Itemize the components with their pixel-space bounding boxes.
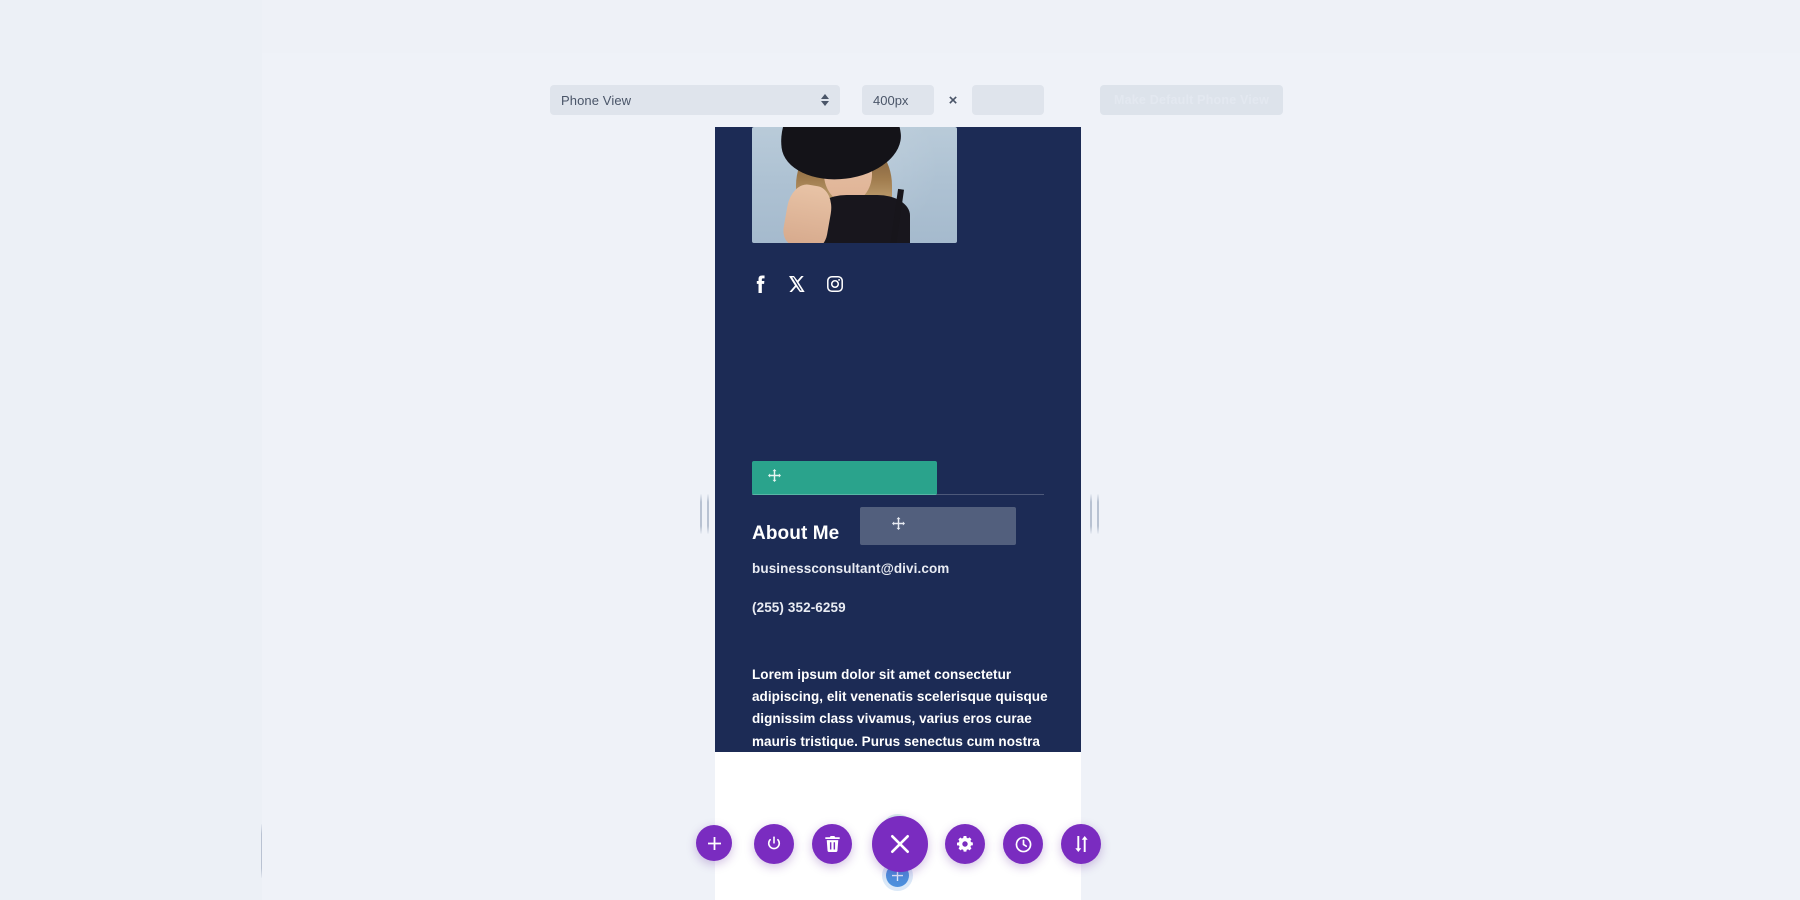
power-icon (767, 836, 781, 850)
phone-preview-frame: About Me businessconsultant@divi.com (25… (715, 127, 1081, 900)
move-handle-icon[interactable] (892, 517, 905, 535)
settings-button[interactable] (945, 824, 985, 864)
plus-icon (707, 836, 721, 850)
viewport-height-input[interactable] (972, 85, 1044, 115)
about-heading: About Me (752, 523, 840, 544)
power-button[interactable] (754, 824, 794, 864)
resize-grip-icon (707, 494, 709, 534)
contact-email[interactable]: businessconsultant@divi.com (752, 561, 949, 576)
resize-grip-icon (700, 494, 702, 534)
about-body-text: Lorem ipsum dolor sit amet consectetur a… (752, 667, 1048, 794)
resize-grip-icon (1097, 494, 1099, 534)
trash-button[interactable] (812, 824, 852, 864)
preview-resize-handle-left[interactable] (700, 494, 709, 534)
history-button[interactable] (1003, 824, 1043, 864)
profile-photo[interactable] (752, 127, 957, 243)
clock-icon (1015, 836, 1031, 852)
viewport-width-value: 400px (873, 92, 909, 108)
close-icon (890, 834, 910, 854)
about-section: About Me (752, 507, 1016, 545)
divider-rule (752, 494, 1044, 495)
sort-arrows-icon (1074, 836, 1088, 852)
view-mode-value: Phone View (561, 92, 632, 108)
make-default-phone-view-button[interactable]: Make Default Phone View (1100, 85, 1284, 115)
close-button[interactable] (872, 816, 928, 872)
trash-icon (824, 836, 840, 852)
sort-button[interactable] (1061, 824, 1101, 864)
chevron-updown-icon (821, 94, 829, 106)
x-twitter-icon[interactable] (789, 276, 805, 292)
gear-icon (957, 836, 973, 852)
instagram-icon[interactable] (827, 276, 843, 292)
module-hover-overlay-gray[interactable] (860, 507, 1016, 545)
dimension-separator: × (948, 91, 958, 109)
contact-phone[interactable]: (255) 352-6259 (752, 600, 846, 615)
add-button[interactable] (696, 825, 732, 861)
resize-grip-icon (1090, 494, 1092, 534)
view-mode-select[interactable]: Phone View (550, 85, 840, 115)
preview-resize-handle-right[interactable] (1090, 494, 1099, 534)
move-handle-icon[interactable] (768, 469, 781, 487)
module-hover-overlay-teal[interactable] (752, 461, 937, 495)
app-root: Phone View 400px × Make Default Phone Vi… (0, 0, 1800, 900)
facebook-icon[interactable] (752, 275, 767, 293)
viewport-width-input[interactable]: 400px (862, 85, 934, 115)
left-rail (0, 0, 262, 900)
social-links (752, 275, 843, 293)
viewport-toolbar: Phone View 400px × Make Default Phone Vi… (550, 85, 1284, 115)
